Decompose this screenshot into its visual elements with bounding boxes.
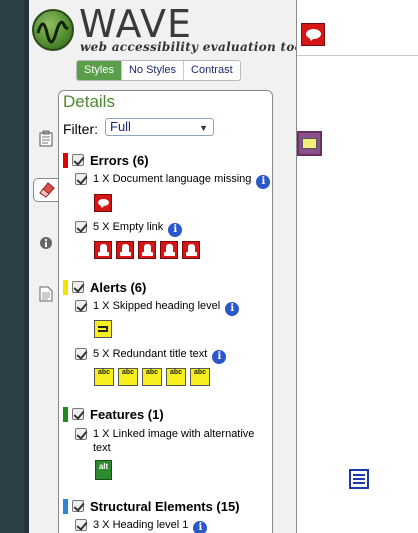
logo-tagline: web accessibility evaluation tool (80, 40, 297, 54)
errors-label: Errors (6) (90, 152, 149, 168)
category-alerts: Alerts (6) (63, 279, 146, 295)
alert-skip-icon[interactable] (94, 320, 112, 338)
empty-link-checkbox[interactable] (75, 221, 87, 233)
error-speech-icon[interactable] (301, 23, 325, 46)
errors-color-bar (63, 152, 68, 168)
redundant-title-icon[interactable]: abc (94, 368, 114, 386)
empty-link-icon[interactable] (160, 241, 178, 259)
redundant-title-icon[interactable]: abc (166, 368, 186, 386)
list-icon[interactable] (349, 469, 369, 489)
redundant-title-icon[interactable]: abc (190, 368, 210, 386)
empty-link-icon[interactable] (138, 241, 156, 259)
linked-image-icons: alt (95, 460, 112, 480)
info-icon[interactable]: i (168, 223, 183, 237)
category-features: Features (1) (63, 406, 164, 422)
filter-value: Full (110, 119, 131, 134)
info-icon[interactable] (39, 236, 55, 252)
info-icon[interactable]: i (212, 350, 227, 364)
info-icon[interactable]: i (225, 302, 240, 316)
structural-color-bar (63, 498, 68, 514)
structural-label: Structural Elements (15) (90, 498, 240, 514)
linked-image-marker-icon[interactable] (297, 131, 322, 156)
skipped-heading-checkbox[interactable] (75, 300, 87, 312)
filter-select[interactable]: Full ▼ (105, 118, 214, 136)
empty-link-icons (94, 241, 200, 259)
alerts-checkbox[interactable] (72, 281, 84, 293)
category-structural: Structural Elements (15) (63, 498, 240, 514)
chevron-down-icon: ▼ (199, 123, 208, 133)
empty-link-label: 5 X Empty link (93, 221, 164, 233)
item-skipped-heading: 1 X Skipped heading level i (75, 299, 240, 316)
doc-lang-label: 1 X Document language missing (93, 173, 252, 185)
details-panel: Details Filter: Full ▼ Errors (6) 1 X Do… (58, 90, 273, 533)
heading1-label: 3 X Heading level 1 (93, 519, 189, 531)
item-redundant-title: 5 X Redundant title text i (75, 347, 227, 364)
document-icon[interactable] (39, 286, 55, 302)
style-toggle: Styles No Styles Contrast (76, 60, 241, 81)
wave-sidebar: WAVE web accessibility evaluation tool S… (29, 0, 297, 533)
item-doc-lang: 1 X Document language missing i (75, 172, 271, 189)
category-errors: Errors (6) (63, 152, 149, 168)
left-edge-strip (0, 0, 29, 533)
redundant-title-icon[interactable]: abc (142, 368, 162, 386)
filter-label: Filter: (63, 121, 98, 137)
panel-title: Details (63, 92, 115, 111)
redundant-title-icon[interactable]: abc (118, 368, 138, 386)
doc-lang-icons (94, 194, 112, 212)
redundant-title-icons: abc abc abc abc abc (94, 368, 210, 386)
wave-logo-icon (32, 9, 74, 51)
skipped-heading-label: 1 X Skipped heading level (93, 300, 221, 312)
wave-logo: WAVE web accessibility evaluation tool (32, 2, 297, 57)
tab-no-styles[interactable]: No Styles (120, 61, 183, 80)
linked-image-label: 1 X Linked image with alternative text (93, 428, 255, 454)
tab-contrast[interactable]: Contrast (183, 61, 240, 80)
eraser-icon[interactable] (33, 178, 59, 202)
clipboard-icon[interactable] (38, 130, 54, 147)
features-color-bar (63, 406, 68, 422)
structural-checkbox[interactable] (72, 500, 84, 512)
item-heading1: 3 X Heading level 1 i (75, 518, 208, 533)
heading1-checkbox[interactable] (75, 519, 87, 531)
linked-image-icon[interactable]: alt (95, 460, 112, 480)
errors-checkbox[interactable] (72, 154, 84, 166)
features-label: Features (1) (90, 406, 164, 422)
features-checkbox[interactable] (72, 408, 84, 420)
item-linked-image: 1 X Linked image with alternative text (75, 427, 270, 455)
page-preview-frame (297, 0, 418, 533)
alerts-label: Alerts (6) (90, 279, 147, 295)
info-icon[interactable]: i (256, 175, 271, 189)
error-speech-icon[interactable] (94, 194, 112, 212)
info-icon[interactable]: i (193, 521, 208, 533)
linked-image-checkbox[interactable] (75, 428, 87, 440)
empty-link-icon[interactable] (94, 241, 112, 259)
redundant-title-label: 5 X Redundant title text (93, 348, 208, 360)
skipped-heading-icons (94, 320, 112, 338)
doc-lang-checkbox[interactable] (75, 173, 87, 185)
empty-link-icon[interactable] (182, 241, 200, 259)
empty-link-icon[interactable] (116, 241, 134, 259)
alerts-color-bar (63, 279, 68, 295)
item-empty-link: 5 X Empty link i (75, 220, 183, 237)
tab-styles[interactable]: Styles (77, 61, 121, 80)
redundant-title-checkbox[interactable] (75, 348, 87, 360)
